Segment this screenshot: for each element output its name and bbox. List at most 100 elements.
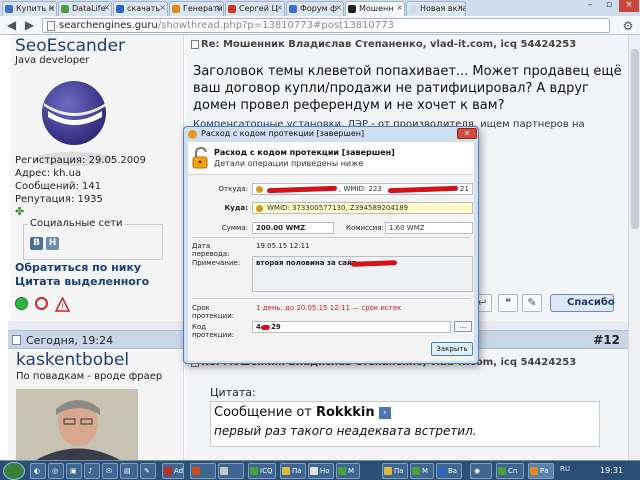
taskbar-item[interactable]: ✉ — [102, 463, 118, 479]
app-icon — [164, 467, 172, 475]
quote-text: первый раз такого неадеквата встретил. — [214, 424, 477, 438]
dialog-body: Откуда: , WMID: 223 21 Куда: WMID: 37330… — [188, 175, 474, 361]
browser-tab[interactable]: Новая вкла × — [406, 1, 466, 16]
divider — [192, 298, 470, 299]
post-message: Заголовок темы клеветой попахивает... Мо… — [193, 64, 622, 113]
ignore-icon[interactable] — [35, 297, 48, 310]
app-icon — [412, 467, 420, 475]
app-icon — [192, 467, 200, 475]
taskbar-item[interactable]: Па — [382, 463, 408, 479]
taskbar-item[interactable]: Ва — [436, 463, 462, 479]
taskbar-item[interactable]: Сп — [496, 463, 524, 479]
post-icon — [191, 40, 199, 49]
redaction-mark — [350, 260, 398, 267]
favicon — [289, 5, 297, 13]
taskbar-item[interactable]: Па — [280, 463, 306, 479]
taskbar-item[interactable]: ♪ — [84, 463, 100, 479]
taskbar-item[interactable]: ◐ — [30, 463, 46, 479]
close-button[interactable]: Закрыть — [431, 342, 473, 356]
dialog-header: Расход с кодом протекции [завершен] Дета… — [188, 142, 474, 175]
maximize-icon[interactable]: ▫ — [600, 0, 618, 12]
note-label: Примечание: — [192, 259, 241, 267]
taskbar-item[interactable]: М — [410, 463, 434, 479]
post-number[interactable]: #12 — [593, 333, 620, 347]
view-post-icon[interactable]: › — [378, 406, 391, 419]
favicon — [348, 5, 356, 13]
scrollbar-thumb[interactable] — [631, 49, 639, 229]
redaction-mark — [266, 185, 338, 194]
folder-icon — [384, 467, 392, 475]
start-button[interactable] — [3, 462, 25, 480]
taskbar-item[interactable]: ◎ — [48, 463, 64, 479]
post-username[interactable]: kaskentbobel — [16, 350, 129, 370]
post-username[interactable]: SeoEscander — [15, 36, 125, 56]
app-icon — [220, 467, 228, 475]
taskbar-item[interactable]: ▤ — [120, 463, 138, 479]
tab-close-icon[interactable]: × — [159, 3, 166, 12]
fee-field: 1.60 WMZ — [385, 222, 473, 234]
tab-close-icon[interactable]: × — [48, 3, 55, 12]
favicon — [5, 5, 13, 13]
back-icon[interactable]: ◀ — [4, 18, 19, 33]
folder-icon — [282, 467, 290, 475]
code-label: Код протекции: — [192, 323, 235, 339]
address-by-nick-link[interactable]: Обратиться по нику — [15, 261, 141, 274]
tab-close-icon[interactable]: × — [215, 3, 222, 12]
navigation-bar: ◀ ▶ searchengines.guru/showthread.php?p=… — [0, 16, 640, 35]
taskbar-item[interactable]: ICQ — [248, 463, 276, 479]
taskbar-item[interactable]: М — [336, 463, 360, 479]
taskbar-item[interactable]: ◉ — [470, 463, 492, 479]
quote-selected-link[interactable]: Цитата выделенного — [15, 275, 149, 288]
minimize-icon[interactable]: – — [581, 0, 599, 12]
taskbar-item[interactable]: Но — [308, 463, 334, 479]
page-scrollbar[interactable] — [628, 35, 640, 460]
user-title: По повадкам - вроде фраер — [16, 371, 163, 382]
browser-tab[interactable]: Форум ф × — [286, 1, 344, 16]
webmoney-icon — [188, 130, 197, 139]
language-indicator[interactable]: RU — [560, 465, 570, 473]
thanks-button[interactable]: Спасибо — [550, 294, 615, 312]
address-bar[interactable]: searchengines.guru/showthread.php?p=1381… — [42, 18, 610, 33]
tab-close-icon[interactable]: × — [396, 3, 403, 12]
code-field: 4 29 — [252, 321, 451, 333]
quote-edit-icon[interactable]: ✎ — [522, 294, 542, 312]
taskbar-item[interactable] — [190, 463, 216, 479]
tab-close-icon[interactable]: × — [335, 3, 342, 12]
dialog-close-icon[interactable]: ✕ — [457, 128, 477, 139]
taskbar-item[interactable] — [218, 463, 244, 479]
date-label: Дата перевода: — [192, 242, 230, 258]
tab-strip: Купить н × DataLife × скачать × Генерати × С… — [0, 0, 640, 16]
wrench-menu-icon[interactable]: ⚙ — [620, 19, 636, 33]
browser-tab[interactable]: Сергей Ц × — [225, 1, 285, 16]
browser-tab[interactable]: скачать × — [113, 1, 168, 16]
taskbar-item[interactable]: Ad — [162, 463, 184, 479]
browser-tab[interactable]: Генерати × — [169, 1, 224, 16]
habr-icon[interactable]: H — [46, 237, 59, 250]
multi-quote-icon[interactable]: ❝ — [498, 294, 518, 312]
post-date: Сегодня, 19:24 — [12, 334, 113, 347]
date-value: 19.05.15 12:11 — [256, 242, 310, 250]
app-icon — [438, 467, 446, 475]
taskbar-item[interactable]: ✎ — [140, 463, 156, 479]
taskbar-item-active[interactable]: Ра — [528, 463, 554, 479]
tab-close-icon[interactable]: × — [276, 3, 283, 12]
forward-icon[interactable]: ▶ — [22, 18, 37, 33]
from-field: , WMID: 223 21 — [252, 183, 473, 195]
to-label: Куда: — [224, 204, 248, 212]
sum-label: Сумма: — [221, 224, 248, 232]
browser-tab-active[interactable]: Мошенн × — [345, 1, 405, 16]
wallet-icon — [256, 186, 263, 193]
code-details-button[interactable]: ... — [454, 321, 472, 332]
window-close-icon[interactable]: × — [619, 0, 639, 12]
tab-close-icon[interactable]: × — [457, 3, 464, 12]
tab-close-icon[interactable]: × — [103, 3, 110, 12]
browser-tab[interactable]: DataLife × — [58, 1, 112, 16]
redaction-mark — [260, 324, 271, 331]
clock[interactable]: 19:31 — [600, 466, 623, 475]
vk-icon[interactable]: В — [30, 237, 43, 250]
page-icon — [47, 21, 55, 31]
report-icon[interactable]: ! — [55, 297, 70, 312]
taskbar-item[interactable]: ▣ — [66, 463, 82, 479]
app-icon — [310, 467, 318, 475]
browser-tab[interactable]: Купить н × — [2, 1, 57, 16]
